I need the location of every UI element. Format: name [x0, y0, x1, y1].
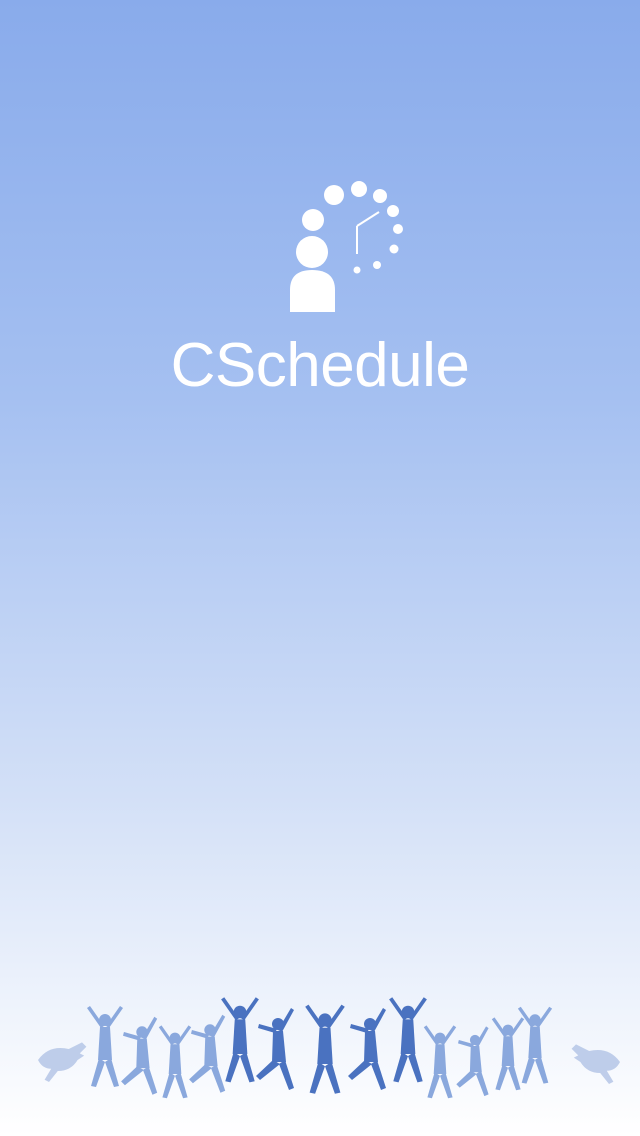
- jumping-people-silhouettes: [38, 997, 620, 1099]
- splash-screen: { "app": { "name": "CSchedule" }, "icons…: [0, 0, 640, 1136]
- app-title: CSchedule: [170, 331, 470, 400]
- app-logo-icon: [290, 181, 403, 312]
